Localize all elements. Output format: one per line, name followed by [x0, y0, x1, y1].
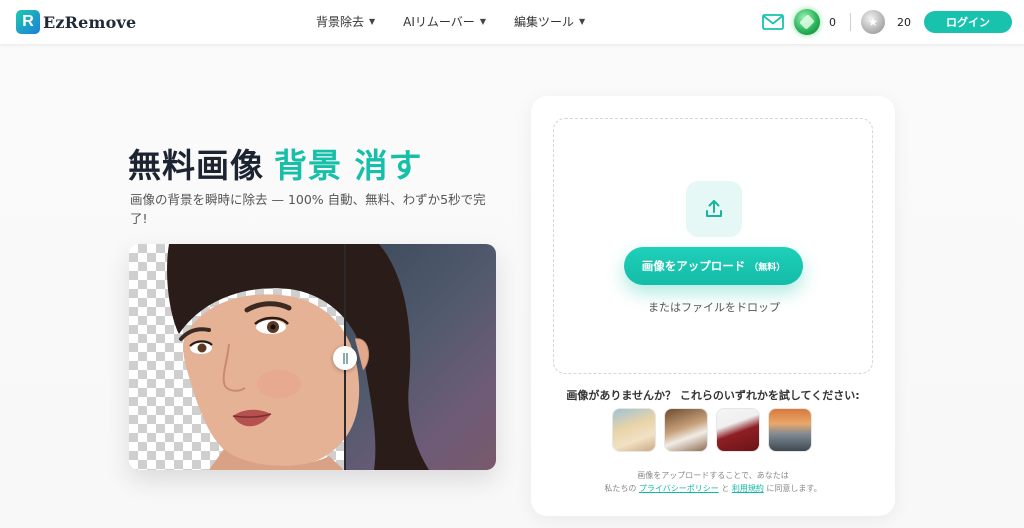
header-divider [850, 13, 851, 31]
upload-image-button[interactable]: 画像をアップロード （無料） [624, 247, 803, 285]
consent-prefix: 私たちの [604, 484, 637, 493]
privacy-policy-link[interactable]: プライバシーポリシー [639, 484, 719, 493]
star-coin-icon[interactable]: ★ [861, 10, 885, 34]
chevron-down-icon: ▼ [369, 17, 376, 26]
mail-icon[interactable] [762, 13, 784, 31]
page-subtitle: 画像の背景を瞬時に除去 — 100% 自動、無料、わずか5秒で完了! [130, 192, 486, 226]
sample-dog-thumbnail[interactable] [664, 408, 708, 452]
top-header: R EzRemove 背景除去 ▼ AIリムーバー ▼ 編集ツール ▼ 0 ★ … [0, 0, 1024, 44]
login-button[interactable]: ログイン [924, 11, 1012, 33]
sample-woman-thumbnail[interactable] [612, 408, 656, 452]
header-actions: 0 ★ 20 [762, 9, 911, 35]
title-accent: 背景 消す [274, 146, 423, 185]
main-content: 無料画像 背景 消す 画像の背景を瞬時に除去 — 100% 自動、無料、わずか5秒… [0, 44, 1024, 528]
upload-card: 画像をアップロード （無料） またはファイルをドロップ 画像がありませんか？ これ… [531, 96, 895, 516]
file-dropzone[interactable]: 画像をアップロード （無料） またはファイルをドロップ [553, 118, 873, 374]
nav-item-edit-tools[interactable]: 編集ツール ▼ [514, 13, 585, 30]
brand-name: EzRemove [43, 12, 137, 32]
terms-of-use-link[interactable]: 利用規約 [732, 484, 764, 493]
consent-text: 画像をアップロードすることで、あなたは 私たちの プライバシーポリシー と 利用… [531, 469, 895, 495]
logo-mark-icon: R [16, 10, 40, 34]
consent-line2: 私たちの プライバシーポリシー と 利用規約 に同意します。 [531, 482, 895, 495]
drop-hint: またはファイルをドロップ [648, 301, 780, 314]
gem-count: 0 [829, 15, 836, 29]
credit-count: 20 [897, 15, 911, 29]
main-nav: 背景除去 ▼ AIリムーバー ▼ 編集ツール ▼ [316, 13, 613, 30]
before-after-comparison[interactable] [129, 244, 496, 470]
consent-suffix: に同意します。 [766, 484, 822, 493]
consent-line1: 画像をアップロードすることで、あなたは [637, 471, 789, 480]
sample-images [612, 408, 820, 452]
chevron-down-icon: ▼ [578, 17, 586, 26]
portrait-image [167, 244, 429, 470]
nav-item-label: AIリムーバー [403, 15, 475, 29]
gem-icon[interactable] [794, 9, 820, 35]
sample-car-thumbnail[interactable] [768, 408, 812, 452]
nav-item-label: 編集ツール [513, 15, 574, 29]
comparison-slider-handle[interactable] [333, 346, 357, 370]
upload-button-free: （無料） [749, 263, 786, 273]
upload-icon[interactable] [686, 181, 742, 237]
nav-item-ai-remover[interactable]: AIリムーバー ▼ [403, 13, 486, 30]
page-title: 無料画像 背景 消す [128, 139, 423, 187]
title-main: 無料画像 [128, 146, 264, 185]
consent-and: と [721, 484, 730, 493]
nav-item-label: 背景除去 [316, 15, 365, 29]
chevron-down-icon: ▼ [479, 17, 486, 26]
nav-item-bg-remove[interactable]: 背景除去 ▼ [316, 13, 375, 30]
upload-button-label: 画像をアップロード [641, 259, 746, 273]
sample-handbag-thumbnail[interactable] [716, 408, 760, 452]
brand-logo[interactable]: R EzRemove [16, 10, 136, 34]
samples-label: 画像がありませんか？ これらのいずれかを試してください: [566, 389, 860, 402]
